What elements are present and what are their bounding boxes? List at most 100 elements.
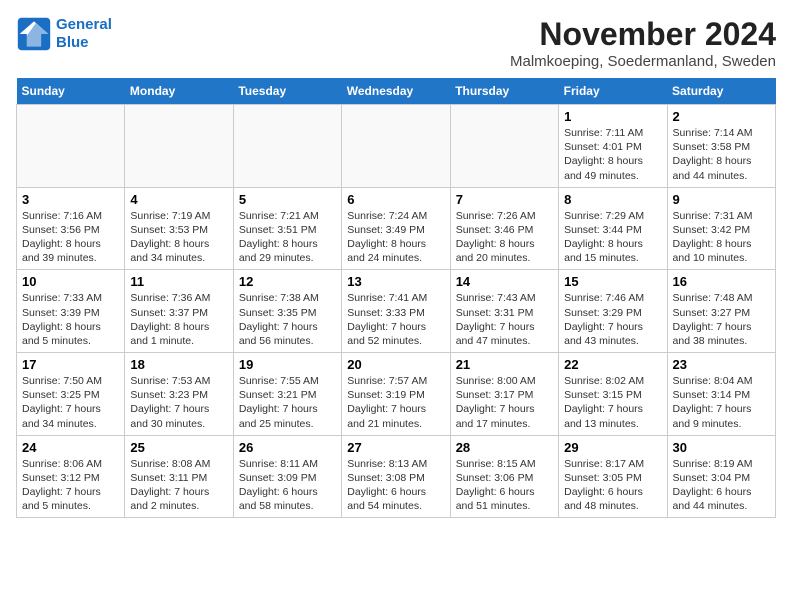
calendar-cell: 15 Sunrise: 7:46 AMSunset: 3:29 PMDayligh… <box>559 270 667 353</box>
calendar-cell: 9 Sunrise: 7:31 AMSunset: 3:42 PMDaylight… <box>667 187 775 270</box>
week-row-3: 10 Sunrise: 7:33 AMSunset: 3:39 PMDayligh… <box>17 270 776 353</box>
calendar-cell: 22 Sunrise: 8:02 AMSunset: 3:15 PMDayligh… <box>559 353 667 436</box>
calendar-cell: 6 Sunrise: 7:24 AMSunset: 3:49 PMDaylight… <box>342 187 450 270</box>
col-header-thursday: Thursday <box>450 78 558 105</box>
calendar-cell: 25 Sunrise: 8:08 AMSunset: 3:11 PMDayligh… <box>125 435 233 518</box>
day-number: 5 <box>239 192 336 207</box>
cell-info: Sunrise: 8:19 AMSunset: 3:04 PMDaylight:… <box>673 457 770 514</box>
day-number: 2 <box>673 109 770 124</box>
cell-info: Sunrise: 7:33 AMSunset: 3:39 PMDaylight:… <box>22 291 119 348</box>
cell-info: Sunrise: 8:00 AMSunset: 3:17 PMDaylight:… <box>456 374 553 431</box>
calendar-cell: 2 Sunrise: 7:14 AMSunset: 3:58 PMDaylight… <box>667 105 775 188</box>
day-number: 6 <box>347 192 444 207</box>
calendar-cell: 11 Sunrise: 7:36 AMSunset: 3:37 PMDayligh… <box>125 270 233 353</box>
cell-info: Sunrise: 7:57 AMSunset: 3:19 PMDaylight:… <box>347 374 444 431</box>
calendar-cell <box>17 105 125 188</box>
cell-info: Sunrise: 8:04 AMSunset: 3:14 PMDaylight:… <box>673 374 770 431</box>
calendar-cell: 17 Sunrise: 7:50 AMSunset: 3:25 PMDayligh… <box>17 353 125 436</box>
col-header-tuesday: Tuesday <box>233 78 341 105</box>
cell-info: Sunrise: 8:06 AMSunset: 3:12 PMDaylight:… <box>22 457 119 514</box>
cell-info: Sunrise: 7:11 AMSunset: 4:01 PMDaylight:… <box>564 126 661 183</box>
page-title: November 2024 <box>510 16 776 53</box>
calendar-cell: 26Sunrise: 8:11 AMSunset: 3:09 PMDayligh… <box>233 435 341 518</box>
calendar-cell: 30 Sunrise: 8:19 AMSunset: 3:04 PMDayligh… <box>667 435 775 518</box>
cell-info: Sunrise: 8:15 AMSunset: 3:06 PMDaylight:… <box>456 457 553 514</box>
cell-info: Sunrise: 7:36 AMSunset: 3:37 PMDaylight:… <box>130 291 227 348</box>
day-number: 20 <box>347 357 444 372</box>
col-header-monday: Monday <box>125 78 233 105</box>
cell-info: Sunrise: 7:53 AMSunset: 3:23 PMDaylight:… <box>130 374 227 431</box>
calendar-cell: 16Sunrise: 7:48 AMSunset: 3:27 PMDayligh… <box>667 270 775 353</box>
day-number: 14 <box>456 274 553 289</box>
cell-info: Sunrise: 8:17 AMSunset: 3:05 PMDaylight:… <box>564 457 661 514</box>
calendar-cell <box>125 105 233 188</box>
cell-info: Sunrise: 7:48 AMSunset: 3:27 PMDaylight:… <box>673 291 770 348</box>
logo: General Blue <box>16 16 112 52</box>
days-header-row: SundayMondayTuesdayWednesdayThursdayFrid… <box>17 78 776 105</box>
day-number: 23 <box>673 357 770 372</box>
cell-info: Sunrise: 7:14 AMSunset: 3:58 PMDaylight:… <box>673 126 770 183</box>
col-header-sunday: Sunday <box>17 78 125 105</box>
calendar-cell: 18 Sunrise: 7:53 AMSunset: 3:23 PMDayligh… <box>125 353 233 436</box>
cell-info: Sunrise: 7:16 AMSunset: 3:56 PMDaylight:… <box>22 209 119 266</box>
cell-info: Sunrise: 7:46 AMSunset: 3:29 PMDaylight:… <box>564 291 661 348</box>
day-number: 1 <box>564 109 661 124</box>
day-number: 3 <box>22 192 119 207</box>
day-number: 10 <box>22 274 119 289</box>
col-header-saturday: Saturday <box>667 78 775 105</box>
calendar-cell: 5 Sunrise: 7:21 AMSunset: 3:51 PMDaylight… <box>233 187 341 270</box>
cell-info: Sunrise: 7:21 AMSunset: 3:51 PMDaylight:… <box>239 209 336 266</box>
day-number: 8 <box>564 192 661 207</box>
cell-info: Sunrise: 7:26 AMSunset: 3:46 PMDaylight:… <box>456 209 553 266</box>
calendar-cell: 24 Sunrise: 8:06 AMSunset: 3:12 PMDayligh… <box>17 435 125 518</box>
calendar-cell: 3 Sunrise: 7:16 AMSunset: 3:56 PMDaylight… <box>17 187 125 270</box>
cell-info: Sunrise: 7:31 AMSunset: 3:42 PMDaylight:… <box>673 209 770 266</box>
cell-info: Sunrise: 7:24 AMSunset: 3:49 PMDaylight:… <box>347 209 444 266</box>
day-number: 12 <box>239 274 336 289</box>
day-number: 9 <box>673 192 770 207</box>
title-area: November 2024 Malmkoeping, Soedermanland… <box>510 16 776 70</box>
day-number: 11 <box>130 274 227 289</box>
week-row-4: 17 Sunrise: 7:50 AMSunset: 3:25 PMDayligh… <box>17 353 776 436</box>
cell-info: Sunrise: 7:38 AMSunset: 3:35 PMDaylight:… <box>239 291 336 348</box>
day-number: 4 <box>130 192 227 207</box>
cell-info: Sunrise: 8:11 AMSunset: 3:09 PMDaylight:… <box>239 457 336 514</box>
day-number: 25 <box>130 440 227 455</box>
cell-info: Sunrise: 8:13 AMSunset: 3:08 PMDaylight:… <box>347 457 444 514</box>
day-number: 29 <box>564 440 661 455</box>
calendar-cell: 8Sunrise: 7:29 AMSunset: 3:44 PMDaylight… <box>559 187 667 270</box>
day-number: 17 <box>22 357 119 372</box>
calendar-cell: 23 Sunrise: 8:04 AMSunset: 3:14 PMDayligh… <box>667 353 775 436</box>
calendar-cell: 7Sunrise: 7:26 AMSunset: 3:46 PMDaylight… <box>450 187 558 270</box>
calendar-cell: 10 Sunrise: 7:33 AMSunset: 3:39 PMDayligh… <box>17 270 125 353</box>
day-number: 19 <box>239 357 336 372</box>
cell-info: Sunrise: 7:55 AMSunset: 3:21 PMDaylight:… <box>239 374 336 431</box>
calendar-cell: 14Sunrise: 7:43 AMSunset: 3:31 PMDayligh… <box>450 270 558 353</box>
cell-info: Sunrise: 8:02 AMSunset: 3:15 PMDaylight:… <box>564 374 661 431</box>
cell-info: Sunrise: 8:08 AMSunset: 3:11 PMDaylight:… <box>130 457 227 514</box>
calendar-table: SundayMondayTuesdayWednesdayThursdayFrid… <box>16 78 776 518</box>
calendar-cell: 13Sunrise: 7:41 AMSunset: 3:33 PMDayligh… <box>342 270 450 353</box>
day-number: 21 <box>456 357 553 372</box>
calendar-cell: 19 Sunrise: 7:55 AMSunset: 3:21 PMDayligh… <box>233 353 341 436</box>
cell-info: Sunrise: 7:19 AMSunset: 3:53 PMDaylight:… <box>130 209 227 266</box>
day-number: 22 <box>564 357 661 372</box>
logo-icon <box>16 16 52 52</box>
cell-info: Sunrise: 7:50 AMSunset: 3:25 PMDaylight:… <box>22 374 119 431</box>
calendar-cell: 27Sunrise: 8:13 AMSunset: 3:08 PMDayligh… <box>342 435 450 518</box>
week-row-1: 1 Sunrise: 7:11 AMSunset: 4:01 PMDaylight… <box>17 105 776 188</box>
day-number: 15 <box>564 274 661 289</box>
day-number: 18 <box>130 357 227 372</box>
day-number: 30 <box>673 440 770 455</box>
calendar-cell <box>450 105 558 188</box>
page-header: General Blue November 2024 Malmkoeping, … <box>16 16 776 70</box>
cell-info: Sunrise: 7:41 AMSunset: 3:33 PMDaylight:… <box>347 291 444 348</box>
calendar-cell: 12 Sunrise: 7:38 AMSunset: 3:35 PMDayligh… <box>233 270 341 353</box>
calendar-cell: 20 Sunrise: 7:57 AMSunset: 3:19 PMDayligh… <box>342 353 450 436</box>
week-row-5: 24 Sunrise: 8:06 AMSunset: 3:12 PMDayligh… <box>17 435 776 518</box>
calendar-cell: 4 Sunrise: 7:19 AMSunset: 3:53 PMDaylight… <box>125 187 233 270</box>
calendar-cell: 29 Sunrise: 8:17 AMSunset: 3:05 PMDayligh… <box>559 435 667 518</box>
day-number: 24 <box>22 440 119 455</box>
page-subtitle: Malmkoeping, Soedermanland, Sweden <box>510 53 776 70</box>
logo-text: General Blue <box>56 16 112 52</box>
